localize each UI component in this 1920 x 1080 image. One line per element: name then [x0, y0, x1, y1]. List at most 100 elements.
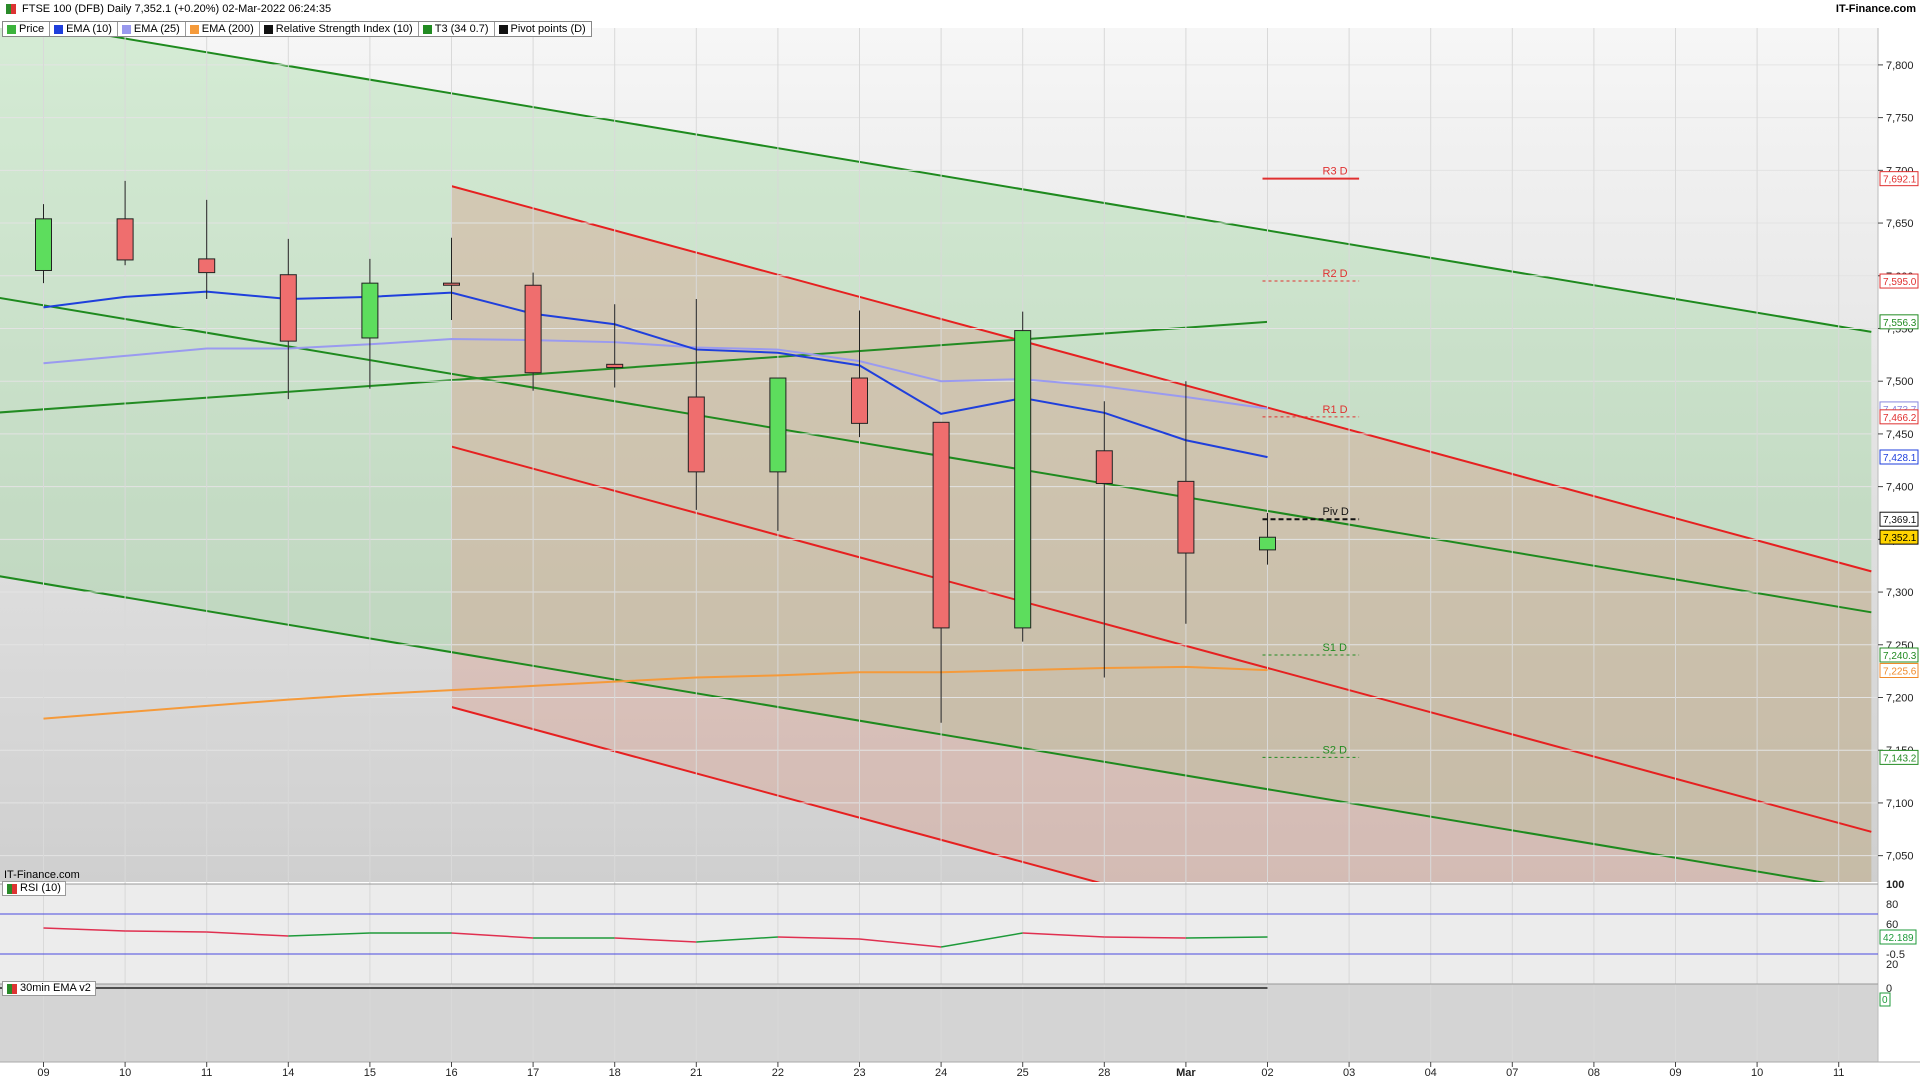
brand-label: IT-Finance.com	[1835, 3, 1916, 15]
x-tick-label: 08	[1588, 1067, 1600, 1079]
ema-icon	[7, 983, 17, 994]
legend-item[interactable]: EMA (25)	[118, 22, 186, 36]
legend-swatch	[54, 24, 64, 34]
legend-label: EMA (25)	[133, 23, 180, 35]
chart-title: FTSE 100 (DFB) Daily 7,352.1 (+0.20%) 02…	[6, 3, 331, 15]
candle-body	[524, 284, 542, 374]
rsi-tick-label: 60	[1886, 919, 1898, 931]
pivot-label: R2 D	[1323, 268, 1348, 280]
x-tick-label: 10	[1751, 1067, 1763, 1079]
x-tick-label: 24	[935, 1067, 947, 1079]
legend-label: T3 (34 0.7)	[434, 23, 489, 35]
candle-body	[279, 274, 297, 342]
price-label: 7,428.1	[1883, 453, 1917, 464]
x-tick-label: 22	[772, 1067, 784, 1079]
legend-swatch	[498, 24, 508, 34]
candle-body	[769, 377, 787, 473]
legend-label: EMA (200)	[201, 23, 254, 35]
x-tick-label: 15	[364, 1067, 376, 1079]
x-tick-label: 11	[201, 1067, 212, 1079]
legend-swatch	[263, 24, 273, 34]
y-tick-label: 7,300	[1886, 587, 1914, 599]
candle-body	[1014, 330, 1032, 629]
pivot-label: S1 D	[1323, 642, 1348, 654]
price-label: 7,466.2	[1883, 413, 1917, 424]
y-tick-label: 7,750	[1886, 113, 1914, 125]
x-tick-label: 11	[1833, 1067, 1844, 1079]
legend-item[interactable]: T3 (34 0.7)	[419, 22, 495, 36]
rsi-segment	[1185, 936, 1268, 939]
x-tick-label: 02	[1261, 1067, 1273, 1079]
price-label: 7,143.2	[1883, 753, 1917, 764]
legend-label: Price	[19, 23, 45, 35]
candle-body	[35, 218, 52, 271]
rsi-segment	[1104, 936, 1186, 939]
app-icon	[6, 4, 16, 14]
rsi-tick-label: 80	[1886, 899, 1898, 911]
rsi-panel-label[interactable]: RSI (10)	[2, 881, 66, 896]
indicator-legend: Price EMA (10) EMA (25) EMA (200) Relative S…	[2, 21, 592, 37]
pivot-label: R3 D	[1323, 166, 1348, 178]
price-label: 7,692.1	[1883, 175, 1917, 186]
legend-item[interactable]: EMA (200)	[186, 22, 260, 36]
price-label: 7,595.0	[1883, 277, 1917, 288]
x-tick-label: 17	[527, 1067, 539, 1079]
candle-body	[932, 421, 950, 629]
ema-panel-bg	[0, 984, 1878, 1062]
x-tick-label: 03	[1343, 1067, 1355, 1079]
candle-body	[1095, 450, 1113, 484]
x-tick-label: 28	[1098, 1067, 1110, 1079]
candle-body	[361, 282, 379, 339]
ema-value-label: 0	[1882, 995, 1888, 1006]
y-tick-label: 7,400	[1886, 482, 1914, 494]
x-tick-label: 10	[119, 1067, 131, 1079]
candle-body	[606, 363, 624, 368]
x-tick-label: 04	[1425, 1067, 1437, 1079]
x-tick-label: 25	[1017, 1067, 1029, 1079]
price-label: 7,240.3	[1883, 651, 1917, 662]
pivot-label: R1 D	[1323, 404, 1348, 416]
price-label: 7,352.1	[1883, 533, 1917, 544]
x-tick-label: 09	[37, 1067, 49, 1079]
legend-swatch	[121, 24, 131, 34]
legend-swatch	[189, 24, 199, 34]
candle-body	[198, 258, 216, 274]
price-label: 7,369.1	[1883, 515, 1917, 526]
price-label: 7,556.3	[1883, 318, 1917, 329]
rsi-value-label: 42.189	[1883, 933, 1914, 944]
y-tick-label: 7,450	[1886, 429, 1914, 441]
ema-panel-label[interactable]: 30min EMA v2	[2, 981, 96, 996]
rsi-panel-bg	[0, 884, 1878, 984]
y-tick-label: 7,500	[1886, 376, 1914, 388]
legend-item[interactable]: Pivot points (D)	[495, 22, 591, 36]
price-label: 7,225.6	[1883, 667, 1917, 678]
legend-label: EMA (10)	[66, 23, 112, 35]
candle-body	[687, 396, 705, 473]
x-tick-label: 23	[853, 1067, 865, 1079]
x-tick-label: Mar	[1176, 1067, 1196, 1079]
ema-tick-label: -0.5	[1886, 949, 1905, 961]
candle-body	[851, 377, 868, 424]
legend-item[interactable]: Price	[3, 22, 51, 36]
y-tick-label: 7,100	[1886, 798, 1914, 810]
pivot-label: S2 D	[1323, 744, 1348, 756]
y-tick-label: 7,800	[1886, 60, 1914, 72]
watermark-brand: IT-Finance.com	[4, 869, 80, 881]
candle-body	[1177, 480, 1195, 554]
y-tick-label: 7,050	[1886, 851, 1914, 863]
legend-swatch	[7, 24, 16, 34]
x-tick-label: 21	[690, 1067, 702, 1079]
legend-swatch	[422, 24, 432, 34]
x-tick-label: 07	[1506, 1067, 1518, 1079]
candle-body	[116, 218, 134, 261]
candle-body	[443, 282, 460, 286]
rsi-tick-label: 100	[1886, 879, 1904, 891]
title-text: FTSE 100 (DFB) Daily 7,352.1 (+0.20%) 02…	[22, 3, 332, 15]
rsi-icon	[7, 883, 17, 894]
legend-item[interactable]: Relative Strength Index (10)	[260, 22, 419, 36]
x-tick-label: 18	[609, 1067, 621, 1079]
x-tick-label: 14	[282, 1067, 294, 1079]
pivot-label: Piv D	[1323, 506, 1349, 518]
y-tick-label: 7,200	[1886, 692, 1914, 704]
legend-item[interactable]: EMA (10)	[50, 22, 118, 36]
